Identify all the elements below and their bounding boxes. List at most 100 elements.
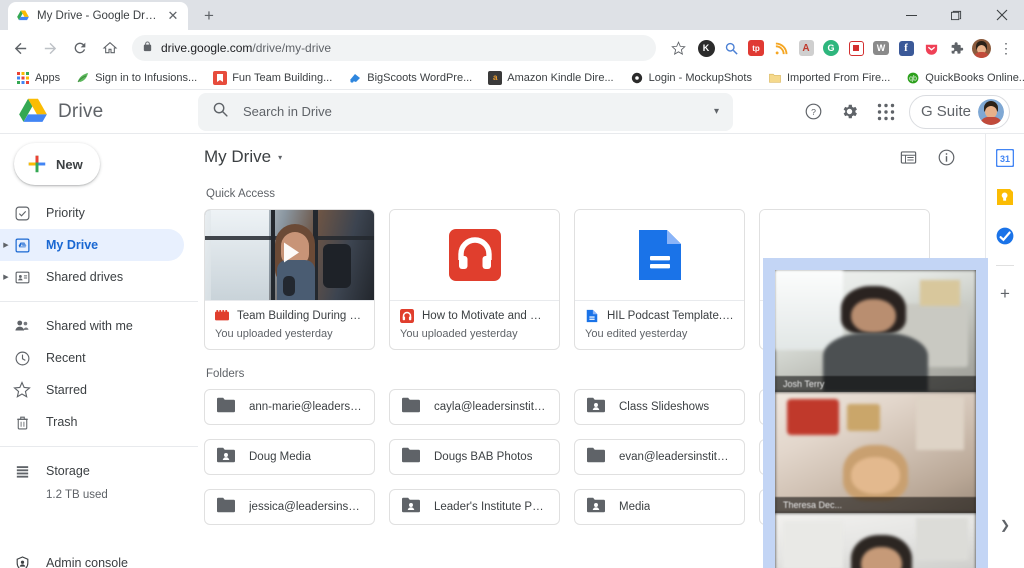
sidebar-item-recent[interactable]: Recent [0,342,184,374]
extensions-puzzle-icon[interactable] [944,36,968,60]
folder-item[interactable]: Media [574,489,745,525]
quick-access-card[interactable]: Team Building During Covi... You uploade… [204,209,375,350]
new-button-label: New [56,157,83,172]
expand-panel-chevron-icon[interactable]: ❯ [1000,518,1010,532]
folder-name: Leader's Institute Printed ... [434,501,547,513]
bookmarks-bar: Apps Sign in to Infusions... Fun Team Bu… [0,66,1024,90]
search-placeholder: Search in Drive [243,104,700,119]
chevron-down-icon[interactable]: ▾ [278,153,282,162]
tab-strip: My Drive - Google Drive ✕ + [0,0,1024,30]
sidebar-item-label: Admin console [46,556,128,568]
folder-item[interactable]: cayla@leadersinstitute.c... [389,389,560,425]
quick-access-card[interactable]: HIL Podcast Template.aup You edited yest… [574,209,745,350]
sidebar-item-label: Recent [46,351,86,365]
reload-button[interactable] [66,34,94,62]
folder-item[interactable]: Leader's Institute Printed ... [389,489,560,525]
quick-access-name: Team Building During Covi... [237,310,364,322]
people-icon [12,316,32,336]
info-icon[interactable] [935,146,957,168]
quick-access-sub: You edited yesterday [585,328,734,340]
bookmark-apps[interactable]: Apps [8,67,68,89]
sidebar-item-shared-drives[interactable]: ▶ Shared drives [0,261,184,293]
folder-item[interactable]: Doug Media [204,439,375,475]
lastpass-extension-icon[interactable] [844,36,868,60]
profile-avatar[interactable] [969,36,993,60]
add-app-button[interactable]: + [1000,285,1010,302]
wordpress-extension-icon[interactable]: W [869,36,893,60]
sidebar-item-label: Starred [46,383,87,397]
chevron-right-icon[interactable]: ▶ [1,273,11,281]
participant-video-3[interactable]: Chris Mannelanes... [775,513,976,568]
sidebar-item-trash[interactable]: Trash [0,406,184,438]
google-calendar-icon[interactable]: 31 [995,148,1015,168]
search-extension-icon[interactable] [719,36,743,60]
quick-access-card[interactable]: How to Motivate and Build ... You upload… [389,209,560,350]
folder-item[interactable]: ann-marie@leadersinstit... [204,389,375,425]
google-tasks-icon[interactable] [995,226,1015,246]
sidebar-item-my-drive[interactable]: ▶ My Drive [0,229,184,261]
bookmark-label: Login - MockupShots [649,72,752,84]
participant-video-1[interactable]: Josh Terry [775,270,976,392]
adobe-acrobat-extension-icon[interactable]: A [794,36,818,60]
list-view-icon[interactable] [897,146,919,168]
chevron-right-icon[interactable]: ▶ [1,241,11,249]
sidebar-divider [0,446,198,447]
search-options-caret-icon[interactable]: ▾ [714,106,719,117]
close-icon[interactable]: ✕ [166,9,180,23]
minimize-button[interactable] [889,0,934,30]
new-button[interactable]: New [14,143,100,185]
folder-item[interactable]: evan@leadersinstitute.com [574,439,745,475]
bookmark-bigscoots[interactable]: BigScoots WordPre... [340,67,480,89]
help-icon[interactable]: ? [801,99,827,125]
bookmark-quickbooks[interactable]: qb QuickBooks Online... [898,67,1024,89]
forward-button[interactable] [36,34,64,62]
sidebar-item-starred[interactable]: Starred [0,374,184,406]
bookmark-imported-from-firefox[interactable]: Imported From Fire... [760,67,898,89]
grammarly-extension-icon[interactable]: G [819,36,843,60]
google-keep-icon[interactable] [995,187,1015,207]
browser-tab[interactable]: My Drive - Google Drive ✕ [8,2,188,30]
bookmark-amazon-kdp[interactable]: a Amazon Kindle Dire... [480,67,621,89]
bookmark-label: BigScoots WordPre... [367,72,472,84]
apps-grid-icon[interactable] [873,99,899,125]
home-button[interactable] [96,34,124,62]
search-input[interactable]: Search in Drive ▾ [198,93,733,131]
gear-icon[interactable] [837,99,863,125]
shared-drives-icon [12,267,32,287]
gsuite-account-button[interactable]: G Suite [909,95,1010,129]
sidebar-item-shared-with-me[interactable]: Shared with me [0,310,184,342]
apps-grid-icon [16,71,30,85]
address-bar[interactable]: drive.google.com/drive/my-drive [132,35,656,61]
sidebar-item-storage[interactable]: Storage [0,455,184,487]
pocket-extension-icon[interactable] [919,36,943,60]
bookmark-fun-team-building[interactable]: Fun Team Building... [205,67,340,89]
close-button[interactable] [979,0,1024,30]
new-tab-button[interactable]: + [196,3,222,29]
folder-item[interactable]: Dougs BAB Photos [389,439,560,475]
drive-logo[interactable]: Drive [0,98,198,125]
storage-icon [12,461,32,481]
bookmark-label: Fun Team Building... [232,72,332,84]
bookmark-star-icon[interactable] [664,34,692,62]
browser-menu-icon[interactable]: ⋮ [994,36,1018,60]
video-call-panel[interactable]: Josh Terry Theresa Dec... [763,258,988,568]
drive-header: Drive Search in Drive ▾ ? [0,90,1024,134]
rss-feed-extension-icon[interactable] [769,36,793,60]
sidebar-item-priority[interactable]: Priority [0,197,184,229]
tinypng-extension-icon[interactable]: tp [744,36,768,60]
bookmark-mockupshots[interactable]: Login - MockupShots [622,67,760,89]
bookmark-label: Imported From Fire... [787,72,890,84]
breadcrumb[interactable]: My Drive ▾ [204,147,282,167]
participant-name: Josh Terry [775,376,976,392]
facebook-extension-icon[interactable]: f [894,36,918,60]
folder-item[interactable]: Class Slideshows [574,389,745,425]
sidebar-item-admin-console[interactable]: Admin console [0,547,184,568]
account-avatar[interactable] [978,99,1004,125]
participant-video-2[interactable]: Theresa Dec... [775,392,976,514]
folder-item[interactable]: jessica@leadersinstitute.... [204,489,375,525]
play-icon[interactable] [274,237,306,274]
kaspersky-extension-icon[interactable]: K [694,36,718,60]
maximize-button[interactable] [934,0,979,30]
back-button[interactable] [6,34,34,62]
bookmark-infusionsoft[interactable]: Sign in to Infusions... [68,67,205,89]
